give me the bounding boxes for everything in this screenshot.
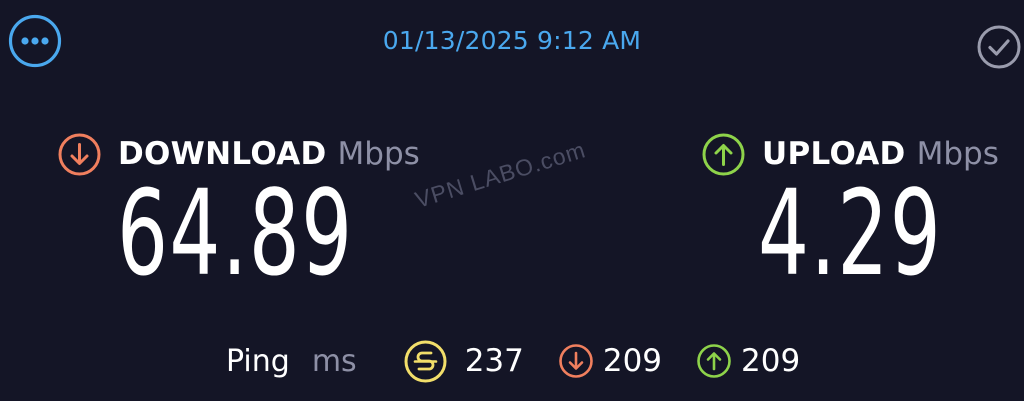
ping-unit: ms <box>311 343 357 379</box>
upload-speed-value: 4.29 <box>758 164 943 302</box>
idle-ping-icon <box>404 340 447 382</box>
arrow-up-circle-icon <box>697 344 731 378</box>
ping-download-value: 209 <box>602 343 663 379</box>
ping-upload-value: 209 <box>741 343 801 379</box>
ping-download: 209 <box>558 343 662 379</box>
arrow-down-circle-icon <box>58 133 101 175</box>
check-circle-icon[interactable] <box>976 24 1022 70</box>
arrow-down-circle-icon <box>559 344 593 378</box>
test-timestamp: 01/13/2025 9:12 AM <box>382 26 642 55</box>
download-speed-value: 64.89 <box>117 164 354 302</box>
arrow-up-circle-icon <box>702 133 745 175</box>
watermark: VPN LABO.com <box>412 136 589 213</box>
ping-idle: 237 <box>403 339 524 384</box>
ping-upload: 209 <box>696 343 800 379</box>
ping-idle-value: 237 <box>464 343 524 379</box>
ping-label: Ping <box>226 343 290 379</box>
ping-row: Ping ms 237 209 209 <box>226 336 800 386</box>
